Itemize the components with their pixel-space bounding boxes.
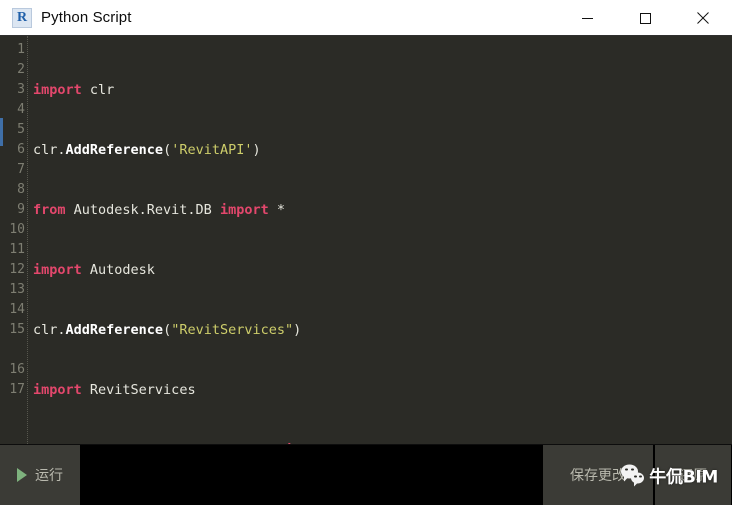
- line-number: 15: [9, 322, 25, 337]
- code-editor[interactable]: 1 2 3 4 5 6 7 8 9 10 11 12 13 14 15 16 1…: [0, 36, 732, 444]
- line-number: 9: [17, 202, 25, 217]
- code-line: import clr: [33, 82, 115, 98]
- code-line: import Autodesk: [33, 262, 155, 278]
- line-number: 7: [17, 162, 25, 177]
- line-number: 5: [17, 122, 25, 137]
- window-controls: [558, 0, 732, 36]
- save-changes-button[interactable]: 保存更改: [543, 445, 653, 505]
- line-number: 17: [9, 382, 25, 397]
- line-number: 14: [9, 302, 25, 317]
- code-line: clr.AddReference('RevitAPI'): [33, 142, 261, 158]
- line-number: 4: [17, 102, 25, 117]
- bottom-toolbar: 运行 保存更改 还原 牛侃BIM: [0, 444, 732, 505]
- revit-app-icon: R: [12, 7, 32, 28]
- window-title: Python Script: [41, 9, 132, 26]
- minimize-icon: [581, 17, 593, 19]
- maximize-button[interactable]: [616, 0, 674, 36]
- line-number: 8: [17, 182, 25, 197]
- revert-button[interactable]: 还原: [655, 445, 731, 505]
- line-number: 11: [9, 242, 25, 257]
- code-content[interactable]: import clr clr.AddReference('RevitAPI') …: [28, 36, 732, 444]
- maximize-icon: [639, 12, 651, 24]
- line-number: 1: [17, 42, 25, 57]
- save-changes-label: 保存更改: [570, 468, 626, 484]
- line-number: 2: [17, 62, 25, 77]
- line-number: 13: [9, 282, 25, 297]
- code-line: from Autodesk.Revit.DB import *: [33, 202, 285, 218]
- play-icon: [17, 468, 27, 482]
- code-line: import RevitServices: [33, 382, 196, 398]
- line-number-gutter: 1 2 3 4 5 6 7 8 9 10 11 12 13 14 15 16 1…: [3, 36, 28, 444]
- close-icon: [697, 12, 709, 24]
- minimize-button[interactable]: [558, 0, 616, 36]
- python-script-window: R Python Script 1 2 3 4 5 6 7 8 9 10 11 …: [0, 0, 732, 505]
- line-number: 12: [9, 262, 25, 277]
- line-number: 10: [9, 222, 25, 237]
- run-button[interactable]: 运行: [0, 445, 81, 505]
- line-number: 16: [9, 362, 25, 377]
- code-line: clr.AddReference("RevitServices"): [33, 322, 302, 338]
- toolbar-right-group: 保存更改 还原: [543, 445, 732, 505]
- run-button-label: 运行: [35, 468, 63, 484]
- line-number: 6: [17, 142, 25, 157]
- titlebar: R Python Script: [0, 0, 732, 36]
- close-button[interactable]: [674, 0, 732, 36]
- revert-label: 还原: [679, 468, 707, 484]
- line-number: 3: [17, 82, 25, 97]
